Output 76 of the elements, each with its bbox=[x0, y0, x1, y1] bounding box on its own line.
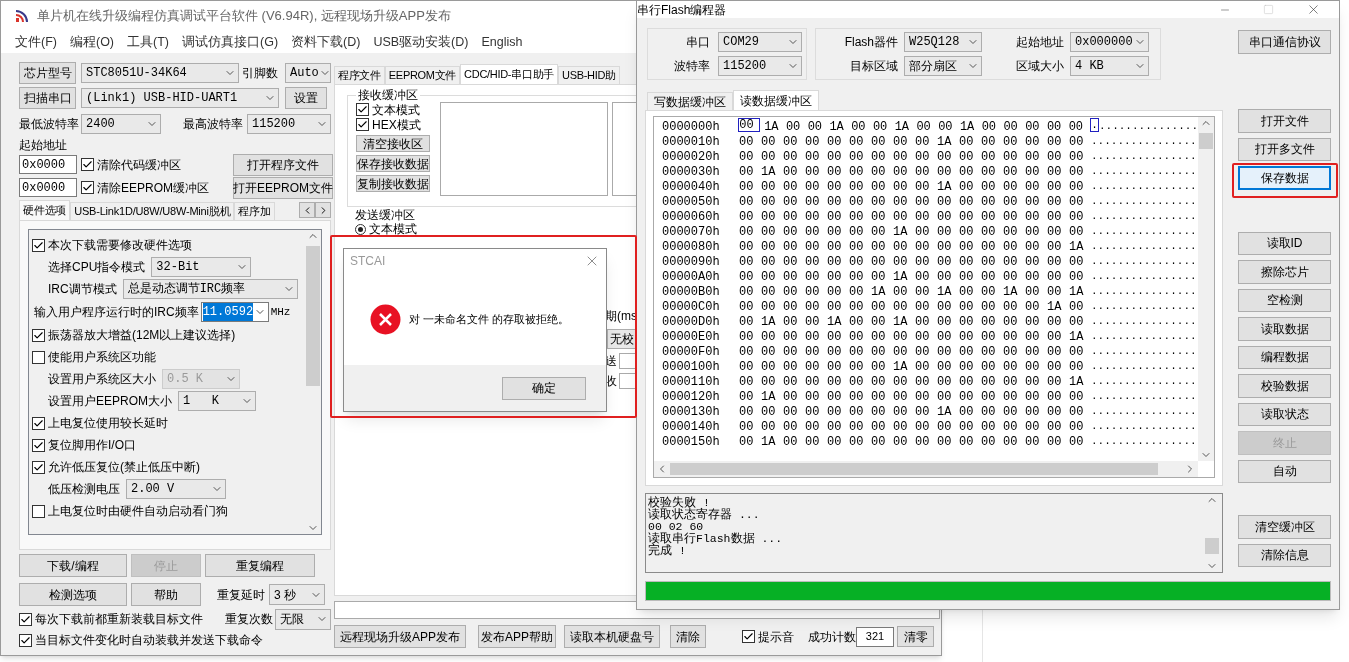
address-cell-text: 0000050h bbox=[662, 193, 721, 211]
field-label: 设置用户EEPROM大小 bbox=[48, 393, 172, 410]
address-cell-text: 0000010h bbox=[662, 133, 721, 151]
ascii-text: ................ bbox=[1091, 389, 1197, 405]
field-label: 串口 bbox=[685, 34, 710, 51]
field-label: 重复延时 bbox=[217, 586, 265, 604]
field-label: 最高波特率 bbox=[183, 116, 244, 133]
group-title: 发送缓冲区 bbox=[355, 208, 415, 222]
address-cell-text: 00000D0h bbox=[662, 313, 721, 331]
ascii-text: ................ bbox=[1091, 329, 1197, 345]
address-cell-text: 0000060h bbox=[662, 208, 721, 226]
unit-label: MHz bbox=[270, 304, 291, 320]
address-cell-text: 0000000h bbox=[662, 118, 721, 136]
field-label: 波特率 bbox=[673, 58, 710, 75]
ascii-text: ................ bbox=[1091, 269, 1197, 285]
ascii-text: ................ bbox=[1091, 179, 1197, 195]
field-label: 重复次数 bbox=[225, 611, 273, 628]
log-line: 读取状态寄存器 ... bbox=[648, 509, 761, 521]
log-line: 校验失败 ! bbox=[648, 497, 710, 509]
ascii-text: ................ bbox=[1091, 134, 1197, 150]
address-cell-text: 0000020h bbox=[662, 148, 721, 166]
window-title: 串行Flash编程器 bbox=[637, 3, 727, 16]
dialog-message: 对 一未命名文件 的存取被拒绝。 bbox=[409, 311, 570, 327]
address-cell-text: 0000120h bbox=[662, 388, 721, 406]
ascii-text: ................ bbox=[1091, 359, 1197, 375]
ascii-text: ................ bbox=[1091, 149, 1197, 165]
ascii-text: ................ bbox=[1091, 434, 1197, 450]
ascii-text: ................ bbox=[1091, 314, 1197, 330]
ascii-text: ................ bbox=[1091, 254, 1197, 270]
address-cell-text: 0000110h bbox=[662, 373, 721, 391]
field-label: 引脚数 bbox=[242, 65, 279, 82]
address-cell-text: 00000E0h bbox=[662, 328, 721, 346]
field-label: 起始地址 bbox=[1015, 34, 1064, 51]
field-label: 区域大小 bbox=[1015, 58, 1064, 75]
field-label: 起始地址 bbox=[19, 138, 68, 152]
address-cell-text: 0000100h bbox=[662, 358, 721, 376]
address-cell-text: 0000140h bbox=[662, 418, 721, 436]
ascii-text: ................ bbox=[1091, 299, 1197, 315]
group-title: 接收缓冲区 bbox=[356, 88, 420, 102]
address-cell-text: 00000F0h bbox=[662, 343, 721, 361]
ascii-text: ................ bbox=[1091, 374, 1197, 390]
ascii-text: ................ bbox=[1091, 404, 1197, 420]
address-cell-text: 0000040h bbox=[662, 178, 721, 196]
field-label: 最低波特率 bbox=[19, 116, 80, 133]
ascii-text: ............... bbox=[1098, 119, 1198, 135]
ascii-text: ................ bbox=[1091, 224, 1197, 240]
address-cell-text: 0000130h bbox=[662, 403, 721, 421]
address-cell-text: 0000070h bbox=[662, 223, 721, 241]
field-label: 选择CPU指令模式 bbox=[48, 259, 146, 276]
field-label: 设置用户系统区大小 bbox=[48, 371, 156, 388]
field-label: 低压检测电压 bbox=[48, 481, 120, 498]
address-cell-text: 0000090h bbox=[662, 253, 721, 271]
address-cell-text: 00000A0h bbox=[662, 268, 721, 286]
dialog-title: STCAI bbox=[350, 253, 386, 270]
log-line: 00 02 60 bbox=[648, 521, 705, 533]
log-line: 完成 ! bbox=[648, 545, 687, 557]
ascii-text: ................ bbox=[1091, 209, 1197, 225]
address-cell-text: 00000B0h bbox=[662, 283, 721, 301]
field-label: 成功计数 bbox=[808, 628, 856, 646]
ascii-text: ................ bbox=[1091, 344, 1197, 360]
ascii-text: ................ bbox=[1091, 194, 1197, 210]
field-label: Flash器件 bbox=[843, 34, 898, 51]
address-cell-text: 0000030h bbox=[662, 163, 721, 181]
window-title: 单片机在线升级编程仿真调试平台软件 (V6.94R), 远程现场升级APP发布 bbox=[37, 7, 451, 26]
address-cell-text: 0000080h bbox=[662, 238, 721, 256]
address-cell-text: 0000150h bbox=[662, 433, 721, 451]
ascii-text: ................ bbox=[1091, 419, 1197, 435]
ascii-text: ................ bbox=[1091, 284, 1197, 300]
field-label: 收 bbox=[605, 373, 617, 390]
log-line: 读取串行Flash数据 ... bbox=[648, 533, 784, 545]
ascii-text: ................ bbox=[1091, 164, 1197, 180]
field-label: 目标区域 bbox=[849, 58, 898, 75]
address-cell-text: 00000C0h bbox=[662, 298, 721, 316]
field-label: 输入用户程序运行时的IRC频率 bbox=[34, 304, 199, 321]
ascii-text: ................ bbox=[1091, 239, 1197, 255]
field-label: IRC调节模式 bbox=[48, 281, 117, 298]
